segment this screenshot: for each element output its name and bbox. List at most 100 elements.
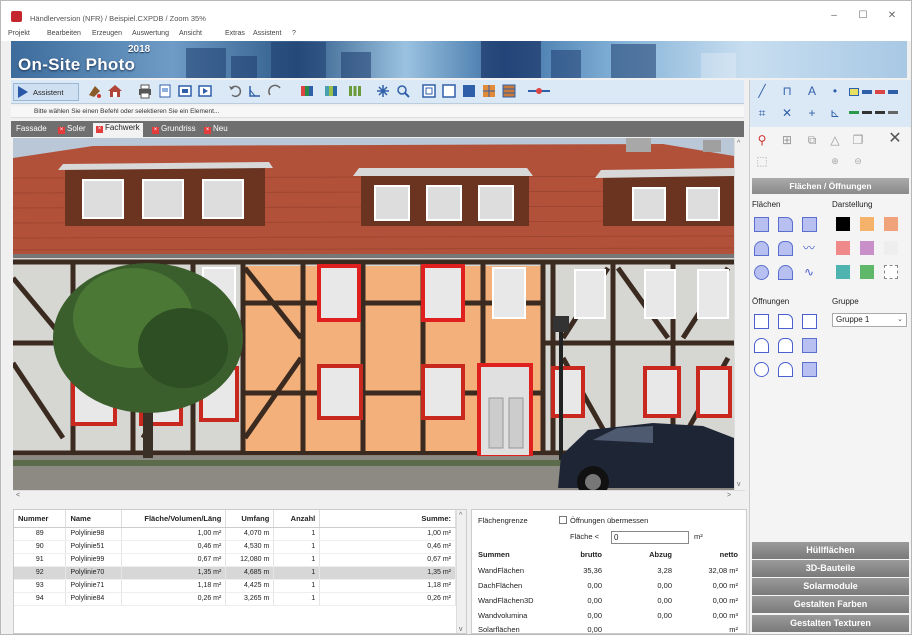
col-umfang[interactable]: Umfang <box>225 510 275 528</box>
table-row-selected[interactable]: 92 Polylinie70 1,35 m² 4,685 m 1 1,35 m² <box>14 566 456 580</box>
color-swatch[interactable] <box>836 217 850 231</box>
freeform-area-icon[interactable]: ∿ <box>802 265 816 279</box>
gestalten-texturen-button[interactable]: Gestalten Texturen <box>752 615 909 632</box>
snap-points-icon[interactable]: ⌗ <box>755 106 769 120</box>
home-icon[interactable] <box>107 83 123 99</box>
cursor-page-icon[interactable]: ⬚ <box>755 154 769 168</box>
arch-opening-button[interactable] <box>778 338 793 353</box>
tab-close-icon[interactable]: × <box>96 126 103 133</box>
solarmodule-button[interactable]: Solarmodule <box>752 578 909 595</box>
gable-opening-button[interactable] <box>754 338 769 353</box>
filled-rectangle-icon[interactable] <box>461 83 477 99</box>
maximize-icon[interactable]: ☐ <box>856 10 870 22</box>
cut-rect-area-button[interactable] <box>778 217 793 232</box>
paint-icon[interactable] <box>87 83 103 99</box>
menu-projekt[interactable]: Projekt <box>8 30 30 37</box>
polyline-opening-button[interactable] <box>802 338 817 353</box>
menu-erzeugen[interactable]: Erzeugen <box>92 30 122 37</box>
rectangle-icon[interactable] <box>441 83 457 99</box>
tab-fassade[interactable]: Fassade <box>16 124 47 136</box>
page-icon[interactable] <box>157 83 173 99</box>
tab-close-icon[interactable]: × <box>152 127 159 134</box>
scroll-up-icon[interactable]: ^ <box>459 512 462 519</box>
col-name[interactable]: Name <box>65 510 123 528</box>
print-icon[interactable] <box>137 83 153 99</box>
dot-tool-icon[interactable]: • <box>828 84 842 98</box>
gruppe-dropdown[interactable]: Gruppe 1 ⌄ <box>832 313 907 327</box>
menu-help[interactable]: ? <box>292 30 296 37</box>
duplicate-icon[interactable]: ❐ <box>851 133 865 147</box>
red-line-swatch[interactable] <box>875 90 885 94</box>
image-icon[interactable] <box>177 83 193 99</box>
blue-dash-swatch[interactable] <box>888 90 898 94</box>
zoom-in-icon[interactable]: ⊕ <box>828 154 842 168</box>
freeform-opening-button[interactable] <box>802 362 817 377</box>
3d-bauteile-button[interactable]: 3D-Bauteile <box>752 560 909 577</box>
cross-tool-icon[interactable]: ✕ <box>780 106 794 120</box>
table-scrollbar[interactable]: ^ v <box>456 510 466 633</box>
yellow-swatch[interactable] <box>849 88 859 96</box>
arc-tool-icon[interactable] <box>267 83 283 99</box>
person-pin-icon[interactable]: ⚲ <box>755 133 769 147</box>
flaeche-input[interactable]: 0 <box>611 531 689 544</box>
color-swatch[interactable] <box>884 241 898 255</box>
tab-grundriss[interactable]: × Grundriss <box>152 124 196 136</box>
grid-alt-icon[interactable] <box>501 83 517 99</box>
tab-close-icon[interactable]: × <box>58 127 65 134</box>
tab-neu[interactable]: × Neu <box>204 124 228 136</box>
table-row[interactable]: 93 Polylinie71 1,18 m² 4,425 m 1 1,18 m² <box>14 579 456 593</box>
texture-palette-icon[interactable] <box>323 83 339 99</box>
black-dash-swatch[interactable] <box>875 111 885 114</box>
table-row[interactable]: 89 Polylinie98 1,00 m² 4,070 m 1 1,00 m² <box>14 527 456 541</box>
grey-line-swatch[interactable] <box>888 111 898 114</box>
color-swatch[interactable] <box>860 241 874 255</box>
color-swatch[interactable] <box>836 241 850 255</box>
arch-area-button[interactable] <box>778 241 793 256</box>
gestalten-farben-button[interactable]: Gestalten Farben <box>752 596 909 613</box>
mirror-icon[interactable]: △ <box>828 133 842 147</box>
table-row[interactable]: 94 Polylinie84 0,26 m² 3,265 m 1 0,26 m² <box>14 592 456 606</box>
table-row[interactable]: 90 Polylinie51 0,46 m² 4,530 m 1 0,46 m² <box>14 540 456 554</box>
color-swatch[interactable] <box>836 265 850 279</box>
stripes-icon[interactable] <box>347 83 363 99</box>
measure-icon[interactable] <box>527 83 551 99</box>
dimension-tool-icon[interactable]: ⊓ <box>780 84 794 98</box>
line-tool-icon[interactable]: ╱ <box>755 84 769 98</box>
col-summe[interactable]: Summe: <box>319 510 456 528</box>
black-line-swatch[interactable] <box>862 111 872 114</box>
split-icon[interactable]: ⊞ <box>780 133 794 147</box>
export-icon[interactable] <box>197 83 213 99</box>
menu-extras[interactable]: Extras <box>225 30 245 37</box>
color-swatch[interactable] <box>860 217 874 231</box>
scroll-up-icon[interactable]: ^ <box>737 140 740 147</box>
text-tool-icon[interactable]: A <box>805 84 819 98</box>
scroll-right-icon[interactable]: > <box>727 492 731 499</box>
huellflaechen-button[interactable]: Hüllflächen <box>752 542 909 559</box>
copy-icon[interactable]: ⧉ <box>805 133 819 147</box>
oeffnungen-uebermessen-label[interactable]: Öffnungen übermessen <box>570 516 648 525</box>
scroll-left-icon[interactable]: < <box>16 492 20 499</box>
menu-bearbeiten[interactable]: Bearbeiten <box>47 30 81 37</box>
rect-opening-button[interactable] <box>754 314 769 329</box>
segment-area-button[interactable] <box>778 265 793 280</box>
menu-ansicht[interactable]: Ansicht <box>179 30 202 37</box>
inner-rect-opening-button[interactable] <box>802 314 817 329</box>
color-swatch[interactable] <box>884 217 898 231</box>
minimize-icon[interactable]: – <box>827 10 841 22</box>
table-row[interactable]: 91 Polylinie99 0,67 m² 12,080 m 1 0,67 m² <box>14 553 456 567</box>
menu-assistent[interactable]: Assistent <box>253 30 281 37</box>
tab-close-icon[interactable]: × <box>204 127 211 134</box>
cut-rect-opening-button[interactable] <box>778 314 793 329</box>
inner-rect-area-button[interactable] <box>802 217 817 232</box>
color-palette-icon[interactable] <box>299 83 315 99</box>
circle-area-button[interactable] <box>754 265 769 280</box>
zoom-icon[interactable] <box>395 83 411 99</box>
horizontal-scrollbar[interactable]: < > <box>13 490 745 501</box>
col-nummer[interactable]: Nummer <box>14 510 67 528</box>
grid-icon[interactable] <box>481 83 497 99</box>
close-icon[interactable]: ✕ <box>885 10 899 22</box>
scroll-down-icon[interactable]: v <box>459 626 463 633</box>
menu-auswertung[interactable]: Auswertung <box>132 30 169 37</box>
undo-icon[interactable] <box>227 83 243 99</box>
tab-fachwerk[interactable]: × Fachwerk <box>93 123 143 137</box>
